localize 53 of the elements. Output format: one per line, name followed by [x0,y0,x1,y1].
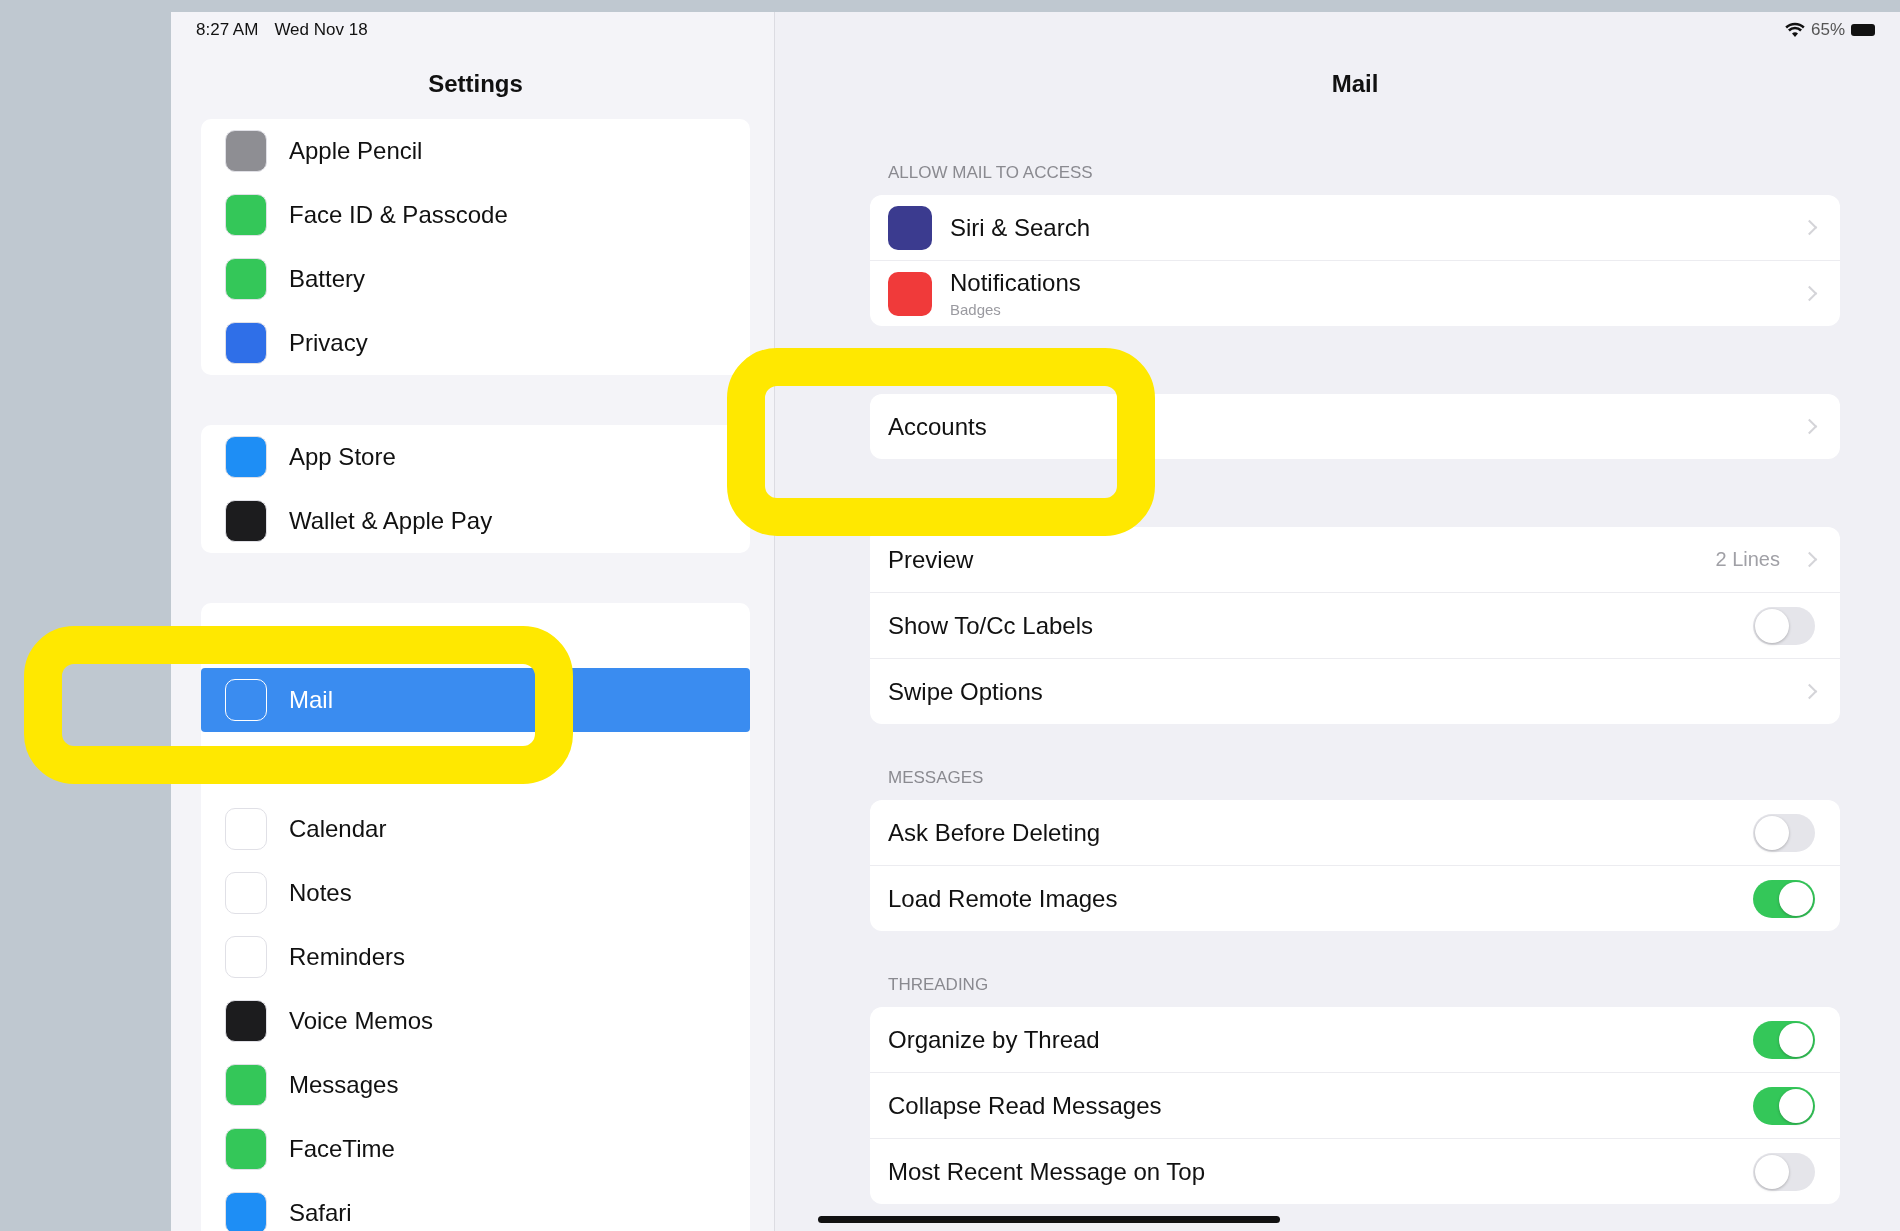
settings-row[interactable]: Organize by Thread [870,1007,1840,1073]
section-header: MESSAGES [887,767,985,788]
sidebar-item[interactable]: Calendar [201,797,750,861]
row-label: Load Remote Images [888,884,1119,913]
settings-row[interactable]: Load Remote Images [870,866,1840,931]
row-value: 2 Lines [1715,548,1780,571]
row-label: Most Recent Message on Top [888,1157,1207,1186]
settings-row[interactable]: Show To/Cc Labels [870,593,1840,659]
battery-percent: 65% [1810,20,1845,40]
sidebar-item[interactable]: Privacy [201,311,750,375]
row-label: Swipe Options [888,677,1044,706]
row-label: Show To/Cc Labels [888,611,1094,640]
settings-row[interactable]: Collapse Read Messages [870,1073,1840,1139]
settings-row[interactable]: Accounts [870,394,1840,459]
row-label: Siri & Search [950,213,1092,242]
page-title: Mail [1331,68,1379,99]
row-label: Notifications [950,269,1082,297]
sidebar-item[interactable]: Face ID & Passcode [201,183,750,247]
section-header: THREADING [887,974,990,995]
toggle-switch[interactable] [1753,1086,1815,1125]
toggle-switch[interactable] [1753,1020,1815,1059]
toggle-switch[interactable] [1753,879,1815,918]
sidebar-item[interactable]: Messages [201,1053,750,1117]
sidebar-item[interactable]: Wallet & Apple Pay [201,489,750,553]
sidebar-item[interactable]: Notes [201,861,750,925]
battery-icon [1851,24,1875,36]
sidebar-item[interactable]: Apple Pencil [201,119,750,183]
toggle-switch[interactable] [1753,606,1815,645]
row-label: Ask Before Deleting [888,818,1102,847]
settings-row[interactable]: Notifications Badges [870,261,1840,326]
section-header: ALLOW MAIL TO ACCESS [887,162,1094,183]
sidebar-item[interactable]: Battery [201,247,750,311]
settings-row[interactable]: Most Recent Message on Top [870,1139,1840,1204]
toggle-switch[interactable] [1753,813,1815,852]
status-time: 8:27 AM [196,20,259,40]
sidebar-item[interactable]: Voice Memos [201,989,750,1053]
sidebar-item[interactable]: Reminders [201,925,750,989]
row-label: Collapse Read Messages [888,1091,1163,1120]
status-date: Wed Nov 18 [274,20,368,40]
settings-row[interactable]: Preview 2 Lines [870,527,1840,593]
row-label: Organize by Thread [888,1025,1101,1054]
wifi-icon [1784,22,1805,38]
sidebar-item[interactable]: App Store [201,425,750,489]
toggle-switch[interactable] [1753,1152,1815,1191]
settings-row[interactable]: Siri & Search [870,195,1840,261]
row-label: Preview [888,545,975,574]
sidebar-title: Settings [428,68,523,99]
settings-row[interactable]: Swipe Options [870,659,1840,724]
row-subtitle: Badges [950,301,1002,318]
sidebar-item[interactable]: FaceTime [201,1117,750,1181]
sidebar-item[interactable]: Safari [201,1181,750,1231]
row-label: Accounts [888,412,988,441]
settings-row[interactable]: Ask Before Deleting [870,800,1840,866]
